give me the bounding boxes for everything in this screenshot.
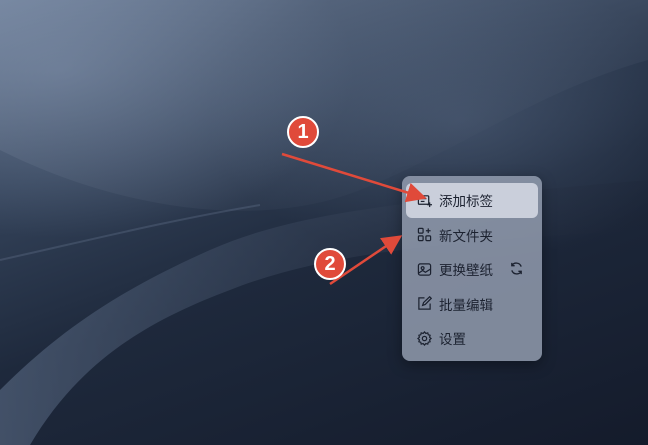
context-menu: 添加标签 新文件夹 更换壁纸 批量编辑 设置 xyxy=(402,176,542,361)
desktop[interactable]: 添加标签 新文件夹 更换壁纸 批量编辑 设置 1 2 xyxy=(0,0,648,445)
menu-item-label: 更换壁纸 xyxy=(439,263,493,280)
gear-icon xyxy=(417,330,432,346)
wallpaper-icon xyxy=(417,262,432,277)
menu-item-change-wallpaper[interactable]: 更换壁纸 xyxy=(406,252,538,287)
tag-add-icon xyxy=(417,193,432,208)
menu-item-label: 新文件夹 xyxy=(439,228,493,245)
folder-add-icon xyxy=(417,227,432,242)
menu-item-batch-edit[interactable]: 批量编辑 xyxy=(406,287,538,322)
menu-item-label: 设置 xyxy=(439,332,466,349)
menu-item-label: 添加标签 xyxy=(439,194,493,211)
edit-icon xyxy=(417,296,432,311)
menu-item-label: 批量编辑 xyxy=(439,297,493,314)
menu-item-settings[interactable]: 设置 xyxy=(406,321,538,356)
refresh-icon[interactable] xyxy=(509,261,524,276)
menu-item-add-tag[interactable]: 添加标签 xyxy=(406,183,538,218)
step-badge-1: 1 xyxy=(287,116,319,148)
step-badge-2: 2 xyxy=(314,248,346,280)
wallpaper-background xyxy=(0,0,648,445)
menu-item-new-folder[interactable]: 新文件夹 xyxy=(406,218,538,253)
